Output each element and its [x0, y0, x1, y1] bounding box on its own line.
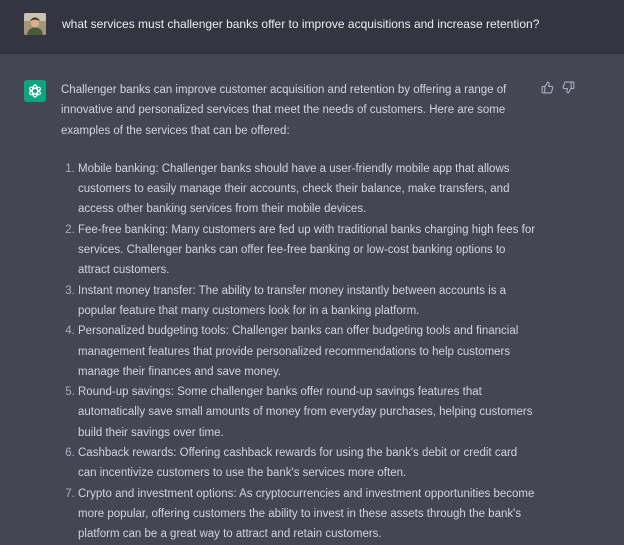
thumbs-up-icon — [541, 81, 553, 93]
assistant-message-row: Challenger banks can improve customer ac… — [0, 54, 624, 544]
list-item: Crypto and investment options: As crypto… — [78, 484, 536, 545]
thumbs-up-button[interactable] — [540, 80, 554, 94]
list-item: Mobile banking: Challenger banks should … — [78, 159, 536, 220]
thumbs-down-button[interactable] — [561, 80, 575, 94]
openai-logo-icon — [29, 84, 41, 98]
list-item: Fee-free banking: Many customers are fed… — [78, 220, 536, 281]
services-list: Mobile banking: Challenger banks should … — [61, 159, 536, 545]
assistant-avatar — [24, 80, 46, 102]
thumbs-down-icon — [562, 81, 574, 93]
answer-intro: Challenger banks can improve customer ac… — [61, 84, 507, 137]
list-item: Personalized budgeting tools: Challenger… — [78, 321, 536, 382]
user-message-row: what services must challenger banks offe… — [0, 0, 624, 54]
user-avatar-photo — [24, 13, 46, 35]
assistant-answer: Challenger banks can improve customer ac… — [61, 80, 536, 545]
list-item: Cashback rewards: Offering cashback rewa… — [78, 443, 536, 484]
list-item: Instant money transfer: The ability to t… — [78, 281, 536, 322]
user-message-text: what services must challenger banks offe… — [62, 17, 540, 31]
list-item: Round-up savings: Some challenger banks … — [78, 382, 536, 443]
user-avatar — [24, 13, 46, 35]
